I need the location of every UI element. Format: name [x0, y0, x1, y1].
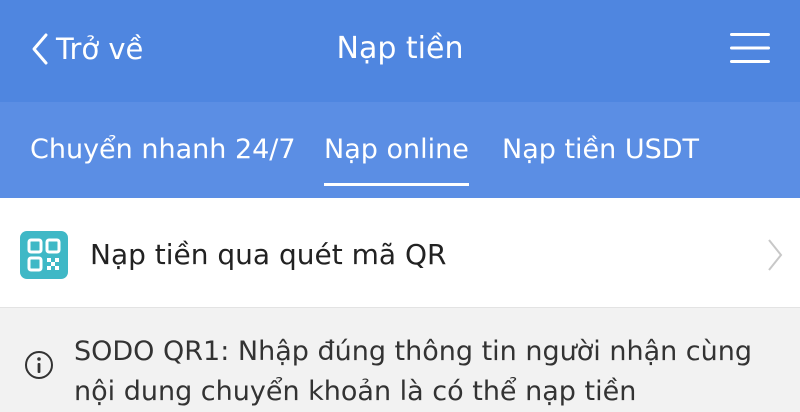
- tab-bar: Chuyển nhanh 24/7 Nạp online Nạp tiền US…: [0, 102, 800, 198]
- top-bar: Trở về Nạp tiền: [0, 0, 800, 102]
- qr-deposit-label: Nạp tiền qua quét mã QR: [90, 238, 447, 271]
- qr-code-icon: [20, 231, 68, 279]
- qr-deposit-option[interactable]: Nạp tiền qua quét mã QR: [0, 198, 800, 308]
- notice-text: SODO QR1: Nhập đúng thông tin người nhận…: [74, 336, 753, 407]
- menu-button[interactable]: [726, 30, 774, 66]
- page-title: Nạp tiền: [336, 31, 464, 66]
- notice-box: SODO QR1: Nhập đúng thông tin người nhận…: [0, 308, 800, 407]
- info-icon: [25, 351, 53, 379]
- chevron-right-icon: [768, 239, 783, 271]
- tab-nap-usdt[interactable]: Nạp tiền USDT: [502, 102, 699, 198]
- hamburger-menu-icon: [730, 33, 770, 63]
- tab-chuyen-nhanh[interactable]: Chuyển nhanh 24/7: [30, 102, 296, 198]
- tab-nap-online[interactable]: Nạp online: [324, 102, 469, 198]
